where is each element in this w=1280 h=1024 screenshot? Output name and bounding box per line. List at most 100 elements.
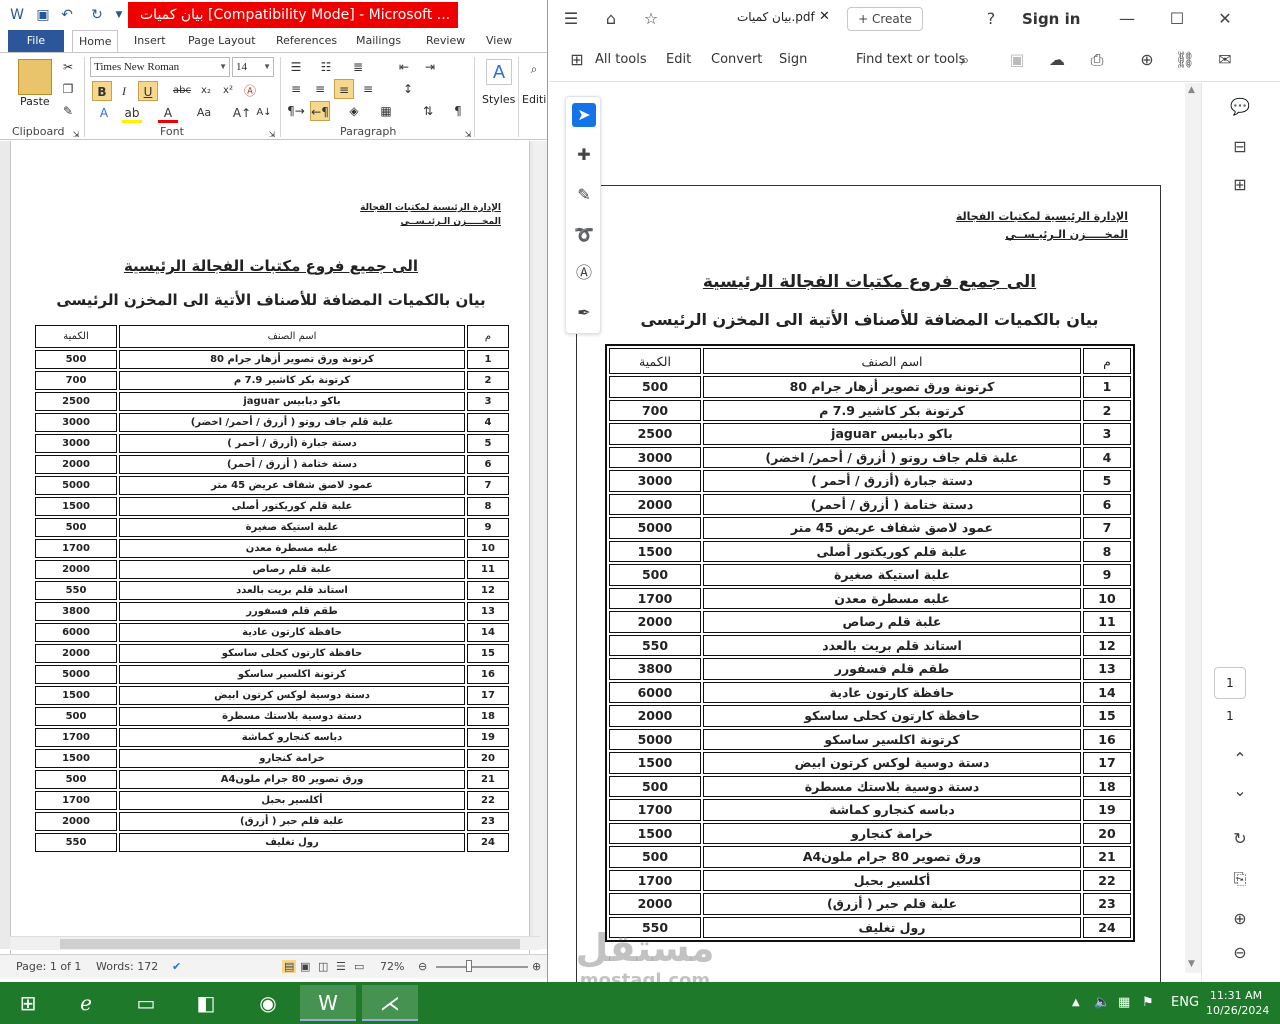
- home-icon[interactable]: ⌂: [599, 7, 623, 31]
- sort-icon[interactable]: ⇅: [418, 101, 438, 121]
- rtl-icon[interactable]: ←¶: [310, 101, 330, 121]
- document-tab[interactable]: بيان كميات.pdf ✕: [727, 4, 839, 34]
- line-spacing-icon[interactable]: ↕: [398, 79, 418, 99]
- pdf-page[interactable]: الإدارة الرئيسية لمكتبات الفجالة المخـــ…: [576, 185, 1161, 1024]
- page-number-input[interactable]: 1: [1214, 667, 1246, 699]
- tab-home[interactable]: Home: [72, 30, 119, 52]
- tab-page-layout[interactable]: Page Layout: [182, 30, 262, 52]
- tab-view[interactable]: View: [480, 30, 518, 52]
- close-tab-icon[interactable]: ✕: [819, 9, 830, 24]
- align-center-icon[interactable]: ≡: [310, 79, 330, 99]
- star-icon[interactable]: ☆: [639, 7, 663, 31]
- acrobat-taskbar-icon[interactable]: ⋌: [362, 985, 418, 1021]
- language-indicator[interactable]: ENG: [1171, 982, 1199, 1024]
- bold-button[interactable]: B: [92, 81, 112, 101]
- word-app-icon[interactable]: W: [8, 6, 26, 24]
- highlight-icon[interactable]: ab: [122, 103, 142, 123]
- change-case-icon[interactable]: Aa: [194, 103, 214, 123]
- chevron-down-icon[interactable]: ⌄: [1228, 779, 1252, 803]
- show-marks-icon[interactable]: ¶: [448, 101, 468, 121]
- scroll-down-icon[interactable]: ▼: [1188, 959, 1195, 969]
- proofing-icon[interactable]: ✔: [172, 960, 181, 973]
- store-icon[interactable]: ◧: [178, 985, 234, 1021]
- maximize-icon[interactable]: ☐: [1165, 7, 1189, 31]
- text-box-icon[interactable]: Ⓐ: [572, 261, 596, 285]
- status-page[interactable]: Page: 1 of 1: [16, 960, 81, 973]
- menu-icon[interactable]: ☰: [559, 7, 583, 31]
- word-page[interactable]: الإدارة الرئيسية لمكتبات الفجالة المخـــ…: [10, 155, 530, 955]
- styles-button[interactable]: Styles: [482, 93, 515, 106]
- save-icon[interactable]: ▣: [34, 6, 52, 24]
- clock[interactable]: 11:31 AM 10/26/2024: [1206, 988, 1269, 1018]
- upload-icon[interactable]: ☁: [1045, 48, 1069, 72]
- email-icon[interactable]: ✉: [1213, 48, 1237, 72]
- start-windows-icon[interactable]: ⊞: [0, 985, 56, 1021]
- draw-icon[interactable]: ➰: [572, 223, 596, 247]
- paste-button[interactable]: Paste: [20, 95, 50, 108]
- find-text-button[interactable]: Find text or tools: [856, 52, 965, 67]
- undo-icon[interactable]: ↶: [58, 6, 76, 24]
- word-vertical-scrollbar[interactable]: [533, 141, 547, 949]
- shading-icon[interactable]: ◈: [344, 101, 364, 121]
- network-icon[interactable]: ▦: [1118, 982, 1130, 1024]
- file-explorer-icon[interactable]: ▭: [118, 985, 174, 1021]
- zoom-slider-thumb[interactable]: [466, 960, 472, 972]
- highlight-pen-icon[interactable]: ✎: [572, 183, 596, 207]
- outline-icon[interactable]: ☰: [336, 960, 346, 973]
- page-fit-icon[interactable]: ⎘: [1228, 867, 1252, 891]
- paste-icon[interactable]: [18, 59, 52, 95]
- scroll-up-icon[interactable]: ▲: [1188, 85, 1195, 95]
- font-color-icon[interactable]: A: [158, 103, 178, 123]
- styles-gallery-icon[interactable]: A: [486, 59, 512, 85]
- add-comment-icon[interactable]: ✚: [572, 143, 596, 167]
- qat-dropdown-icon[interactable]: ▼: [110, 6, 128, 24]
- zoom-level[interactable]: 72%: [380, 960, 404, 973]
- notification-flag-icon[interactable]: ⚑: [1142, 982, 1154, 1024]
- copy-icon[interactable]: ❐: [58, 79, 78, 99]
- rotate-icon[interactable]: ↻: [1228, 827, 1252, 851]
- save-icon[interactable]: ▣: [1005, 48, 1029, 72]
- sign-in-link[interactable]: Sign in: [1022, 10, 1080, 28]
- search-icon[interactable]: ⌕: [953, 48, 977, 72]
- draft-icon[interactable]: ▭: [354, 960, 364, 973]
- zoom-in-icon[interactable]: ⊕: [1228, 907, 1252, 931]
- subscript-button[interactable]: x₂: [196, 81, 216, 101]
- status-words[interactable]: Words: 172: [96, 960, 158, 973]
- strikethrough-button[interactable]: abc: [172, 81, 192, 101]
- align-left-icon[interactable]: ≡: [286, 79, 306, 99]
- help-icon[interactable]: ?: [979, 7, 1003, 31]
- comments-icon[interactable]: 💬: [1228, 95, 1252, 119]
- convert-button[interactable]: Convert: [711, 52, 762, 67]
- borders-icon[interactable]: ▦: [376, 101, 396, 121]
- cut-icon[interactable]: ✂: [58, 57, 78, 77]
- web-layout-icon[interactable]: ◫: [318, 960, 328, 973]
- create-button[interactable]: + Create: [847, 7, 923, 31]
- sign-button[interactable]: Sign: [779, 52, 807, 67]
- sign-pen-icon[interactable]: ✒: [572, 301, 596, 325]
- tray-chevron-icon[interactable]: ▲: [1072, 982, 1080, 1024]
- tab-references[interactable]: References: [270, 30, 343, 52]
- tab-review[interactable]: Review: [420, 30, 471, 52]
- redo-icon[interactable]: ↻: [88, 6, 106, 24]
- bullets-icon[interactable]: ☰: [286, 57, 306, 77]
- all-tools-button[interactable]: All tools: [595, 52, 647, 67]
- format-painter-icon[interactable]: ✎: [58, 101, 78, 121]
- minimize-icon[interactable]: —: [1115, 7, 1139, 31]
- find-icon[interactable]: ⌕: [524, 59, 544, 79]
- underline-button[interactable]: U: [138, 81, 158, 101]
- word-horizontal-scrollbar[interactable]: [10, 936, 540, 950]
- thumbnails-icon[interactable]: ⊞: [1228, 173, 1252, 197]
- print-icon[interactable]: ⎙: [1085, 48, 1109, 72]
- editing-button[interactable]: Editi: [522, 93, 546, 106]
- numbering-icon[interactable]: ☷: [316, 57, 336, 77]
- pdf-vertical-scrollbar[interactable]: ▲ ▼: [1185, 83, 1201, 973]
- zoom-out-icon[interactable]: ⊖: [1228, 941, 1252, 965]
- print-layout-icon[interactable]: ▤: [282, 960, 297, 973]
- chevron-up-icon[interactable]: ⌃: [1228, 747, 1252, 771]
- grow-font-icon[interactable]: A↑: [232, 103, 252, 123]
- clear-format-icon[interactable]: Ⓐ: [240, 81, 260, 101]
- increase-indent-icon[interactable]: ⇥: [420, 57, 440, 77]
- select-cursor-icon[interactable]: ➤: [572, 103, 596, 127]
- full-screen-icon[interactable]: ▣: [300, 960, 310, 973]
- font-size-combo[interactable]: 14 ▼: [232, 57, 274, 77]
